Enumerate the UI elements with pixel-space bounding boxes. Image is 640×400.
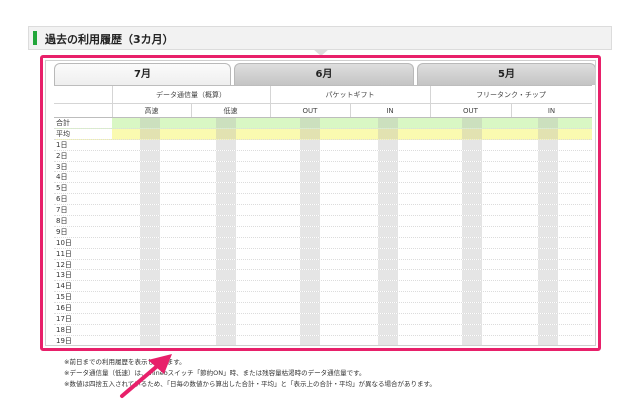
pointer-arrow-icon	[120, 354, 172, 398]
section-title: 過去の利用履歴（3カ月）	[45, 33, 174, 46]
section-accent-bar	[33, 31, 37, 45]
highlight-frame	[40, 55, 601, 351]
section-header: 過去の利用履歴（3カ月）	[28, 26, 612, 50]
